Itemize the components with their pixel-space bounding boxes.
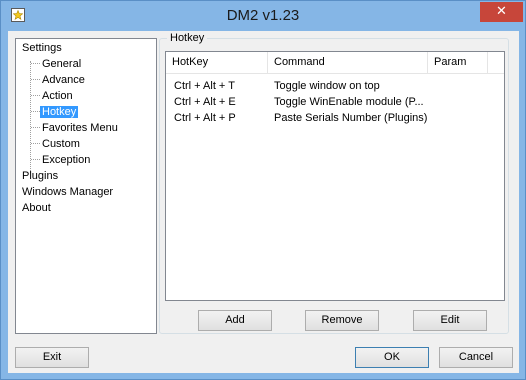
tree-item-general[interactable]: General: [42, 57, 81, 72]
tree-item-favorites-menu[interactable]: Favorites Menu: [42, 121, 118, 136]
command-cell: Toggle window on top: [274, 80, 380, 92]
cancel-button[interactable]: Cancel: [439, 347, 513, 368]
title-bar[interactable]: DM2 v1.23 ✕: [1, 1, 525, 31]
tree-connector: [31, 111, 40, 112]
tree-item-about[interactable]: About: [22, 201, 51, 216]
edit-button[interactable]: Edit: [413, 310, 487, 331]
dialog-client-area: Settings General Advance Action Hotkey F…: [8, 31, 519, 373]
settings-tree[interactable]: Settings General Advance Action Hotkey F…: [15, 38, 157, 334]
window-title: DM2 v1.23: [226, 7, 300, 24]
hotkey-list[interactable]: HotKey Command Param Ctrl + Alt + T Togg…: [165, 51, 505, 301]
command-cell: Toggle WinEnable module (P...: [274, 96, 424, 108]
tree-connector: [31, 63, 40, 64]
tree-connector: [31, 95, 40, 96]
list-header: HotKey Command Param: [166, 52, 504, 74]
tree-item-action[interactable]: Action: [42, 89, 73, 104]
tree-item-custom[interactable]: Custom: [42, 137, 80, 152]
group-title: Hotkey: [167, 31, 208, 45]
hotkey-groupbox: Hotkey HotKey Command Param Ctrl + Alt +…: [159, 31, 509, 334]
tree-item-hotkey-label: Hotkey: [40, 106, 79, 118]
column-header-param[interactable]: Param: [428, 52, 488, 73]
table-row[interactable]: Ctrl + Alt + T Toggle window on top: [166, 78, 504, 94]
tree-connector: [31, 159, 40, 160]
tree-connector: [31, 143, 40, 144]
column-header-hotkey[interactable]: HotKey: [166, 52, 268, 73]
tree-connector: [31, 127, 40, 128]
close-button[interactable]: ✕: [480, 2, 523, 22]
table-row[interactable]: Ctrl + Alt + E Toggle WinEnable module (…: [166, 94, 504, 110]
tree-item-settings[interactable]: Settings: [22, 41, 62, 56]
tree-item-exception[interactable]: Exception: [42, 153, 90, 168]
hotkey-cell: Ctrl + Alt + E: [174, 96, 236, 108]
tree-item-hotkey[interactable]: Hotkey: [40, 105, 79, 120]
tree-connector: [31, 79, 40, 80]
column-header-command[interactable]: Command: [268, 52, 428, 73]
table-row[interactable]: Ctrl + Alt + P Paste Serials Number (Plu…: [166, 110, 504, 126]
tree-item-plugins[interactable]: Plugins: [22, 169, 58, 184]
add-button[interactable]: Add: [198, 310, 272, 331]
hotkey-cell: Ctrl + Alt + P: [174, 112, 236, 124]
remove-button[interactable]: Remove: [305, 310, 379, 331]
hotkey-cell: Ctrl + Alt + T: [174, 80, 235, 92]
ok-button[interactable]: OK: [355, 347, 429, 368]
app-window: DM2 v1.23 ✕ Settings General Advance Act…: [0, 0, 526, 380]
tree-connector: [30, 61, 31, 173]
command-cell: Paste Serials Number (Plugins): [274, 112, 428, 124]
exit-button[interactable]: Exit: [15, 347, 89, 368]
tree-item-windows-manager[interactable]: Windows Manager: [22, 185, 113, 200]
tree-item-advance[interactable]: Advance: [42, 73, 85, 88]
